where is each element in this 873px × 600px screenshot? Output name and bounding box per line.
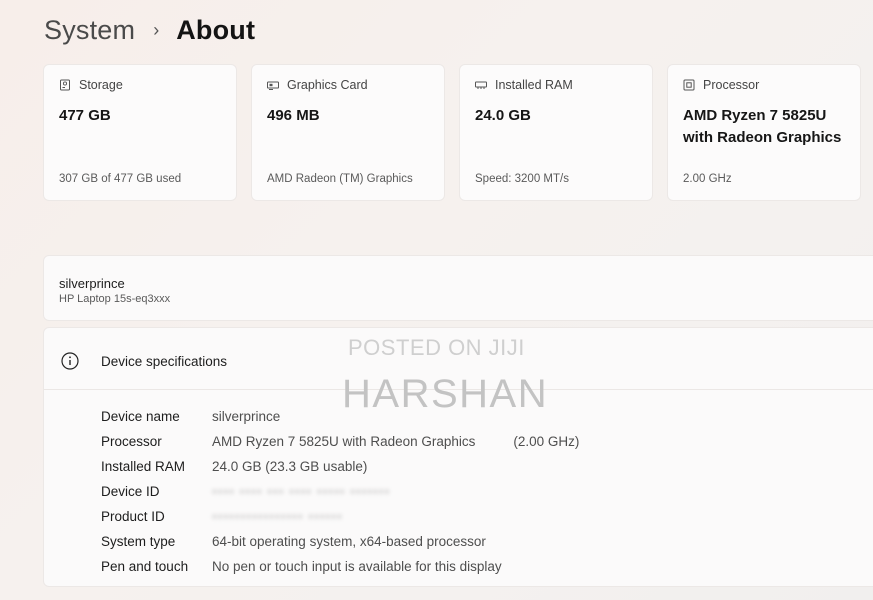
ram-speed: Speed: 3200 MT/s: [475, 173, 569, 185]
device-name-card[interactable]: silverprince HP Laptop 15s-eq3xxx: [43, 255, 873, 321]
graphics-card-label: Graphics Card: [287, 78, 368, 92]
spec-value-redacted: •••••••••••••••• ••••••: [212, 509, 343, 524]
graphics-card-card[interactable]: Graphics Card 496 MB AMD Radeon (TM) Gra…: [251, 64, 445, 201]
storage-card[interactable]: Storage 477 GB 307 GB of 477 GB used: [43, 64, 237, 201]
spec-row-pen-and-touch: Pen and touch No pen or touch input is a…: [101, 554, 579, 579]
installed-ram-value: 24.0 GB: [475, 107, 531, 124]
storage-value: 477 GB: [59, 107, 111, 124]
spec-key: Product ID: [101, 509, 165, 524]
ram-icon: [475, 79, 487, 91]
device-model: HP Laptop 15s-eq3xxx: [59, 293, 171, 305]
storage-icon: [59, 79, 71, 91]
spec-row-system-type: System type 64-bit operating system, x64…: [101, 529, 579, 554]
device-specifications-panel: Device specifications Device name silver…: [43, 327, 873, 587]
spec-row-device-id: Device ID •••• •••• ••• •••• ••••• •••••…: [101, 479, 579, 504]
watermark-posted-on: POSTED ON JIJI: [348, 335, 525, 360]
spec-row-product-id: Product ID •••••••••••••••• ••••••: [101, 504, 579, 529]
spec-key: Device name: [101, 409, 180, 424]
storage-label: Storage: [79, 78, 123, 92]
spec-value: No pen or touch input is available for t…: [212, 559, 502, 574]
processor-label: Processor: [703, 78, 760, 92]
spec-rows: Device name silverprince Processor AMD R…: [101, 404, 579, 579]
graphics-card-name: AMD Radeon (TM) Graphics: [267, 173, 413, 185]
spec-value-redacted: •••• •••• ••• •••• ••••• •••••••: [212, 484, 391, 499]
processor-speed: 2.00 GHz: [683, 173, 732, 185]
watermark-seller-name: HARSHAN: [342, 372, 549, 416]
spec-key: Pen and touch: [101, 559, 189, 574]
processor-icon: [683, 79, 695, 91]
info-icon: [61, 352, 79, 370]
device-specifications-title: Device specifications: [101, 354, 228, 369]
spec-row-installed-ram: Installed RAM 24.0 GB (23.3 GB usable): [101, 454, 579, 479]
spec-value: 24.0 GB (23.3 GB usable): [212, 459, 368, 474]
graphics-card-icon: [267, 79, 279, 91]
processor-card[interactable]: Processor AMD Ryzen 7 5825U with Radeon …: [667, 64, 861, 201]
spec-row-processor: Processor AMD Ryzen 7 5825U with Radeon …: [101, 429, 579, 454]
spec-value: silverprince: [212, 409, 281, 424]
spec-key: Installed RAM: [101, 459, 186, 474]
spec-key: Processor: [101, 434, 162, 449]
installed-ram-card[interactable]: Installed RAM 24.0 GB Speed: 3200 MT/s: [459, 64, 653, 201]
spec-extra: (2.00 GHz): [513, 434, 580, 449]
breadcrumb-parent-system[interactable]: System: [44, 15, 135, 46]
chevron-right-icon: ›: [153, 19, 160, 40]
storage-usage: 307 GB of 477 GB used: [59, 173, 182, 185]
spec-value: 64-bit operating system, x64-based proce…: [212, 534, 486, 549]
device-hostname: silverprince: [59, 276, 125, 291]
breadcrumb: System › About: [44, 10, 255, 50]
installed-ram-label: Installed RAM: [495, 78, 573, 92]
graphics-card-value: 496 MB: [267, 107, 320, 124]
processor-value: AMD Ryzen 7 5825U with Radeon Graphics: [683, 107, 842, 146]
spec-key: Device ID: [101, 484, 160, 499]
page-title: About: [176, 14, 256, 45]
spec-value: AMD Ryzen 7 5825U with Radeon Graphics: [212, 434, 476, 449]
spec-key: System type: [101, 534, 176, 549]
